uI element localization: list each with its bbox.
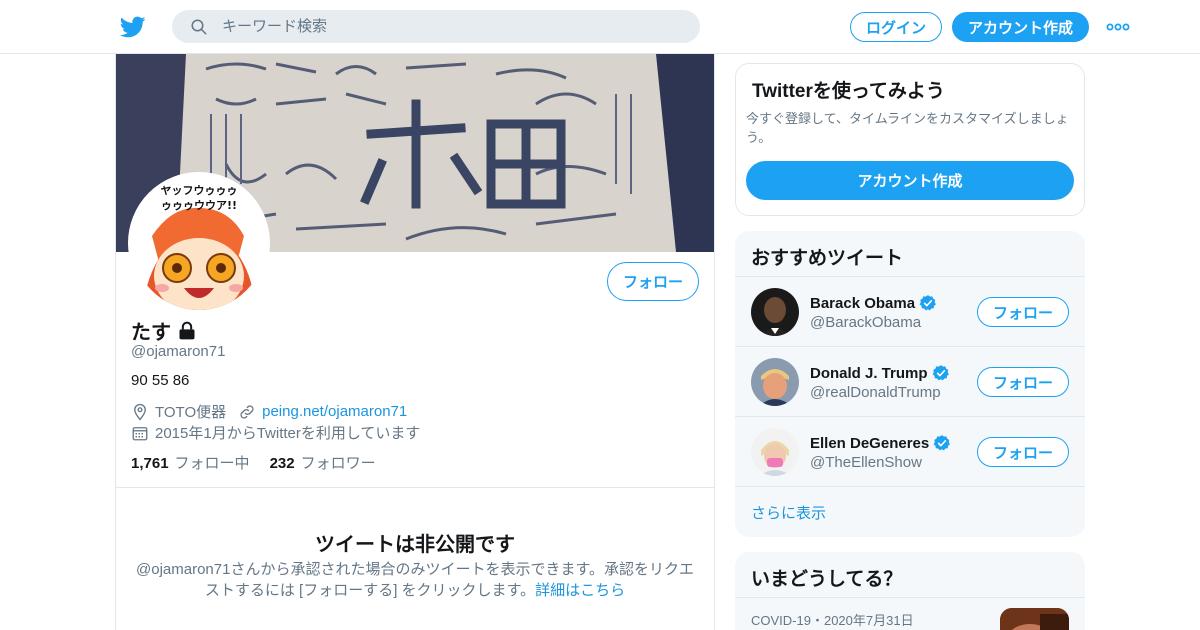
learn-more-link[interactable]: 詳細はこちら — [535, 582, 625, 599]
more-options-icon[interactable] — [1106, 18, 1130, 36]
profile-handle[interactable]: @ojamaron71 — [131, 343, 225, 360]
profile-location: TOTO便器 — [155, 404, 227, 421]
list-item[interactable]: Barack Obama @BarackObama フォロー — [735, 276, 1085, 346]
profile-meta-row: TOTO便器 peing.net/ojamaron71 — [131, 401, 407, 422]
list-item[interactable]: Donald J. Trump @realDonaldTrump フォロー — [735, 346, 1085, 416]
profile-joined-row: 2015年1月からTwitterを利用しています — [131, 422, 420, 443]
following-count: 1,761 — [131, 455, 169, 472]
top-navigation-bar: ログイン アカウント作成 — [0, 0, 1200, 54]
calendar-icon — [132, 426, 148, 440]
account-name-text: Barack Obama — [810, 294, 916, 312]
profile-stats: 1,761 フォロー中 232 フォロワー — [131, 452, 376, 473]
follow-button[interactable]: フォロー — [977, 297, 1069, 327]
follow-button[interactable]: フォロー — [977, 437, 1069, 467]
section-divider — [116, 487, 714, 488]
signup-card-description: 今すぐ登録して、タイムラインをカスタマイズしましょう。 — [746, 111, 1069, 145]
location-pin-icon — [134, 403, 146, 421]
signup-card-title: Twitterを使ってみよう — [752, 81, 945, 102]
following-label: フォロー中 — [174, 455, 250, 472]
profile-bio: 90 55 86 — [131, 372, 190, 389]
profile-avatar[interactable]: ヤッフウゥゥゥ ゥゥゥウウア!! — [128, 172, 270, 314]
followers-stat[interactable]: 232 フォロワー — [270, 452, 376, 473]
divider — [735, 486, 1085, 487]
svg-text:ゥゥゥウウア!!: ゥゥゥウウア!! — [161, 199, 237, 212]
account-handle: @TheEllenShow — [810, 454, 922, 471]
search-box[interactable] — [172, 10, 700, 43]
account-handle: @BarackObama — [810, 314, 922, 331]
following-stat[interactable]: 1,761 フォロー中 — [131, 452, 250, 473]
follow-button[interactable]: フォロー — [607, 262, 699, 301]
signup-button[interactable]: アカウント作成 — [952, 12, 1089, 42]
followers-count: 232 — [269, 455, 295, 472]
account-name[interactable]: Barack Obama — [810, 294, 937, 312]
follow-button[interactable]: フォロー — [977, 367, 1069, 397]
account-name-text: Ellen DeGeneres — [810, 434, 930, 452]
private-account-description: @ojamaron71さんから承認された場合のみツイートを表示できます。承認をリ… — [136, 559, 694, 601]
account-handle: @realDonaldTrump — [810, 384, 941, 401]
verified-badge-icon — [932, 365, 949, 381]
trend-meta[interactable]: COVID-19・2020年7月31日 — [751, 610, 914, 629]
account-name[interactable]: Ellen DeGeneres — [810, 434, 951, 452]
link-icon — [240, 404, 254, 419]
divider — [735, 597, 1085, 598]
whats-happening-title: いまどうしてる？ — [751, 569, 903, 590]
verified-badge-icon — [919, 295, 937, 311]
verified-badge-icon — [933, 435, 951, 451]
followers-label: フォロワー — [300, 455, 376, 472]
list-item[interactable]: Ellen DeGeneres @TheEllenShow フォロー — [735, 416, 1085, 486]
private-account-title: ツイートは非公開です — [315, 534, 515, 556]
profile-website-link[interactable]: peing.net/ojamaron71 — [262, 403, 407, 420]
login-button[interactable]: ログイン — [850, 12, 942, 42]
account-name[interactable]: Donald J. Trump — [810, 364, 950, 382]
signup-prompt-card: Twitterを使ってみよう 今すぐ登録して、タイムラインをカスタマイズしましょ… — [735, 63, 1085, 216]
avatar[interactable] — [751, 288, 799, 336]
search-input[interactable] — [222, 10, 682, 43]
display-name-text: たす — [131, 322, 171, 344]
account-name-text: Donald J. Trump — [810, 364, 928, 382]
recommended-card-title: おすすめツイート — [751, 248, 904, 269]
avatar[interactable] — [751, 358, 799, 406]
trend-thumbnail-image[interactable] — [1000, 608, 1069, 630]
profile-joined-date: 2015年1月からTwitterを利用しています — [155, 425, 421, 442]
profile-display-name: たす — [131, 316, 197, 345]
profile-column: ヤッフウゥゥゥ ゥゥゥウウア!! フォロー たす @ojamaron71 90 … — [115, 54, 715, 630]
svg-text:ヤッフウゥゥゥ: ヤッフウゥゥゥ — [161, 184, 238, 197]
recommended-accounts-card: おすすめツイート Barack Obama @BarackObama フォロー — [735, 231, 1085, 537]
show-more-link[interactable]: さらに表示 — [751, 502, 826, 523]
lock-icon — [179, 321, 195, 339]
avatar[interactable] — [751, 428, 799, 476]
twitter-bird-logo-icon[interactable] — [120, 14, 146, 40]
whats-happening-card: いまどうしてる？ COVID-19・2020年7月31日 — [735, 552, 1085, 630]
search-icon — [191, 19, 207, 35]
create-account-button[interactable]: アカウント作成 — [746, 161, 1074, 200]
